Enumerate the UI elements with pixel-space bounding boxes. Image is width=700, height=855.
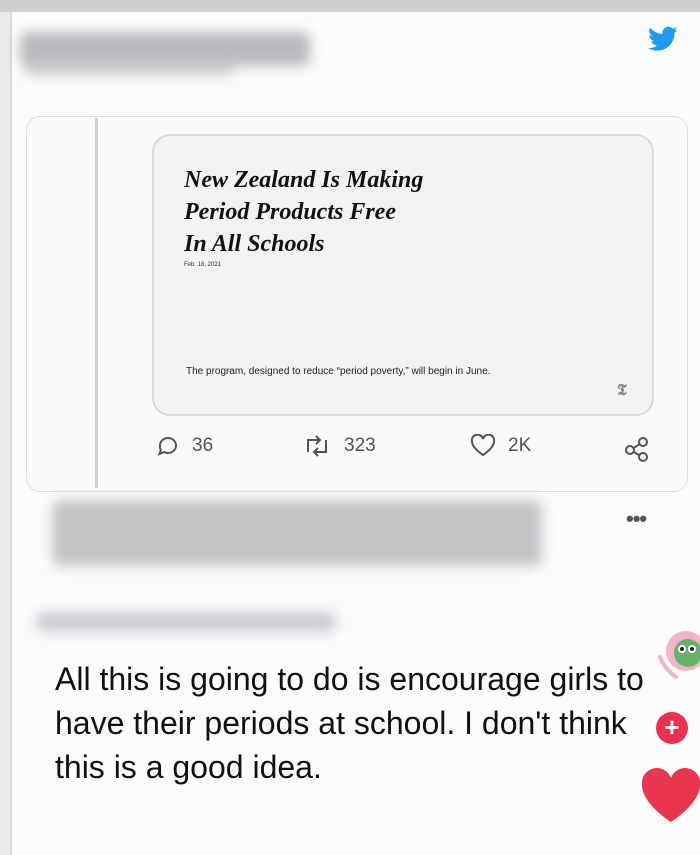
- follow-plus-button[interactable]: +: [656, 712, 688, 744]
- retweet-icon: [307, 435, 327, 457]
- retweet-action[interactable]: 323: [302, 434, 376, 458]
- blurred-handle: [24, 60, 234, 76]
- article-card[interactable]: New Zealand Is Making Period Products Fr…: [152, 134, 654, 416]
- reply-action[interactable]: 36: [156, 434, 213, 458]
- blurred-reply-avatar-name: [52, 500, 542, 566]
- reply-text: All this is going to do is encourage gir…: [55, 661, 644, 785]
- more-options-icon[interactable]: •••: [626, 506, 647, 532]
- twitter-bird-icon: [648, 26, 678, 51]
- heart-outline-icon: [470, 434, 496, 457]
- article-summary: The program, designed to reduce “period …: [186, 366, 491, 377]
- top-strip: [0, 0, 700, 12]
- heart-icon[interactable]: [640, 768, 700, 824]
- retweet-count: 323: [344, 435, 376, 456]
- reply-icon: [157, 437, 177, 456]
- article-date: Feb. 18, 2021: [184, 262, 222, 268]
- like-counter: 194.8: [672, 840, 700, 854]
- frog-avatar-icon[interactable]: [656, 621, 700, 681]
- like-count: 2K: [508, 435, 532, 456]
- article-headline: New Zealand Is Making Period Products Fr…: [184, 167, 424, 257]
- blurred-reply-handle: [36, 612, 336, 632]
- like-action[interactable]: 2K: [470, 434, 531, 458]
- nyt-logo-icon: 𝕿: [617, 382, 627, 399]
- thread-line: [95, 118, 98, 488]
- share-icon[interactable]: [623, 435, 651, 463]
- reply-count: 36: [192, 435, 214, 456]
